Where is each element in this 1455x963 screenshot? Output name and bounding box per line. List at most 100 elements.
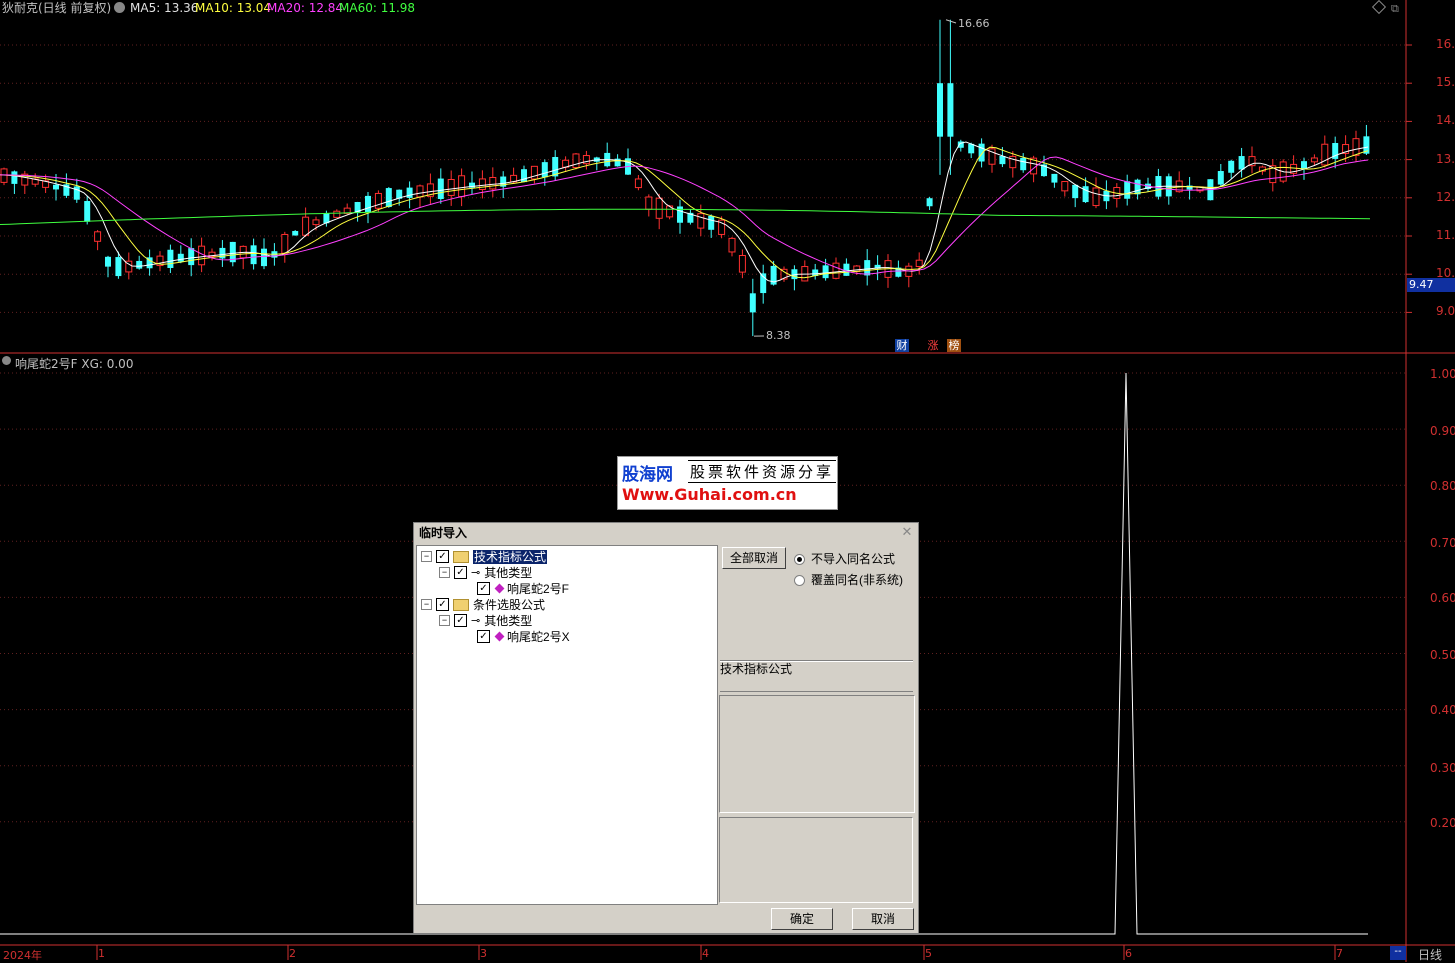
candle-down xyxy=(115,257,121,276)
ma60-line xyxy=(0,209,1370,224)
key-icon: ⊸ xyxy=(471,565,480,581)
ma10-label: MA10: 13.04 xyxy=(195,1,271,15)
high-leader xyxy=(946,20,956,23)
indicator-tick: 0.30 xyxy=(1430,761,1455,775)
checkbox[interactable]: ✓ xyxy=(436,598,449,611)
radio-no-import[interactable]: 不导入同名公式 xyxy=(794,550,895,567)
price-tick: 12.00 xyxy=(1436,190,1455,204)
collapse-icon[interactable]: − xyxy=(439,567,450,578)
event-marker-billboard[interactable]: 榜 xyxy=(947,339,961,352)
candle-up xyxy=(646,197,652,209)
checkbox[interactable]: ✓ xyxy=(436,550,449,563)
import-dialog: 临时导入 ✕ −✓技术指标公式 −✓⊸其他类型 ✓响尾蛇2号F −✓条件选股公式… xyxy=(413,522,919,934)
candle-down xyxy=(750,293,756,312)
candle-down xyxy=(292,231,298,235)
collapse-icon[interactable]: − xyxy=(421,599,432,610)
watermark-logo: 股海网 股票软件资源分享 Www.Guhai.com.cn xyxy=(617,456,838,510)
candle-down xyxy=(1051,174,1057,183)
candle-down xyxy=(11,171,17,184)
radio-dot[interactable] xyxy=(794,575,805,586)
candle-up xyxy=(448,180,454,196)
price-tick: 15.00 xyxy=(1436,75,1455,89)
candle-down xyxy=(521,169,527,182)
period-label[interactable]: 日线 xyxy=(1418,946,1442,963)
period-dashes[interactable]: -- xyxy=(1390,946,1406,960)
tree-node-tech-indicator[interactable]: −✓ 技术指标公式 xyxy=(421,548,547,564)
tree-node-other-type[interactable]: −✓ ⊸ 其他类型 xyxy=(439,564,532,580)
close-icon[interactable]: ✕ xyxy=(900,525,914,539)
dialog-title-bar[interactable]: 临时导入 xyxy=(414,523,918,544)
candle-down xyxy=(84,201,90,222)
tree-node-other-type[interactable]: −✓⊸其他类型 xyxy=(439,612,532,628)
tree-node-formula-f[interactable]: ✓响尾蛇2号F xyxy=(473,580,569,596)
current-price-tag: 9.47 xyxy=(1407,278,1455,292)
candle-up xyxy=(1062,182,1068,191)
candle-down xyxy=(438,179,444,199)
candle-down xyxy=(999,156,1005,164)
candle-up xyxy=(573,154,579,168)
cancel-button[interactable]: 取消 xyxy=(852,908,914,930)
tree-node-stock-screen[interactable]: −✓ 条件选股公式 xyxy=(421,596,545,612)
tree-node-label: 其他类型 xyxy=(484,566,532,580)
candle-down xyxy=(105,257,111,267)
candle-up xyxy=(635,179,641,188)
cancel-all-button[interactable]: 全部取消 xyxy=(722,547,786,569)
ok-button[interactable]: 确定 xyxy=(771,908,833,930)
candle-up xyxy=(1353,139,1359,156)
price-tick: 13.00 xyxy=(1436,152,1455,166)
candle-up xyxy=(303,217,309,235)
candle-down xyxy=(1124,181,1130,199)
tree-node-label: 条件选股公式 xyxy=(473,598,545,612)
event-marker-finance[interactable]: 财 xyxy=(895,339,909,352)
restore-icon[interactable]: ⧉ xyxy=(1391,2,1399,16)
event-marker-limit-up[interactable]: 涨 xyxy=(926,339,940,352)
checkbox[interactable]: ✓ xyxy=(454,614,467,627)
radio-overwrite[interactable]: 覆盖同名(非系统) xyxy=(794,571,903,588)
tree-node-formula-x[interactable]: ✓ 响尾蛇2号X xyxy=(473,628,570,644)
chevron-down-icon[interactable] xyxy=(2,356,11,365)
watermark-slogan: 股票软件资源分享 xyxy=(688,460,836,483)
key-icon: ⊸ xyxy=(471,613,480,629)
indicator-tick: 0.60 xyxy=(1430,591,1455,605)
radio-label: 不导入同名公式 xyxy=(811,552,895,566)
candle-up xyxy=(334,211,340,217)
candle-down xyxy=(53,185,59,190)
checkbox[interactable]: ✓ xyxy=(477,630,490,643)
ma5-label: MA5: 13.36 xyxy=(130,1,198,15)
low-annotation: 8.38 xyxy=(766,329,791,342)
candle-up xyxy=(1093,188,1099,206)
collapse-icon[interactable]: − xyxy=(421,551,432,562)
candle-up xyxy=(282,234,288,253)
indicator-tick: 0.90 xyxy=(1430,424,1455,438)
info-panel xyxy=(719,695,915,813)
chevron-down-icon[interactable] xyxy=(114,2,125,13)
candle-down xyxy=(1072,185,1078,198)
date-tick: 3 xyxy=(480,947,487,960)
date-tick: 7 xyxy=(1336,947,1343,960)
formula-icon xyxy=(495,584,505,594)
indicator-tick: 0.70 xyxy=(1430,536,1455,550)
tree-node-label: 响尾蛇2号X xyxy=(507,630,570,644)
checkbox[interactable]: ✓ xyxy=(454,566,467,579)
date-tick: 5 xyxy=(925,947,932,960)
formula-tree[interactable]: −✓技术指标公式 −✓⊸其他类型 ✓响尾蛇2号F −✓条件选股公式 −✓⊸其他类… xyxy=(416,545,718,905)
checkbox[interactable]: ✓ xyxy=(477,582,490,595)
stock-title: 狄耐克(日线 前复权) xyxy=(2,1,111,15)
section-label: 技术指标公式 xyxy=(720,660,792,677)
candle-up xyxy=(375,193,381,208)
tree-node-label: 技术指标公式 xyxy=(473,550,547,564)
date-tick: 2024年 xyxy=(3,947,42,963)
candle-up xyxy=(833,263,839,278)
candle-up xyxy=(698,214,704,228)
date-tick: 2 xyxy=(289,947,296,960)
radio-dot[interactable] xyxy=(794,554,805,565)
candle-down xyxy=(167,250,173,268)
indicator-tick: 0.20 xyxy=(1430,816,1455,830)
candle-down xyxy=(136,261,142,269)
price-tick: 9.00 xyxy=(1436,304,1455,318)
candle-down xyxy=(219,248,225,259)
collapse-icon[interactable]: − xyxy=(439,615,450,626)
ma5-line xyxy=(0,142,1368,282)
candle-up xyxy=(479,179,485,190)
high-annotation: 16.66 xyxy=(958,17,990,30)
